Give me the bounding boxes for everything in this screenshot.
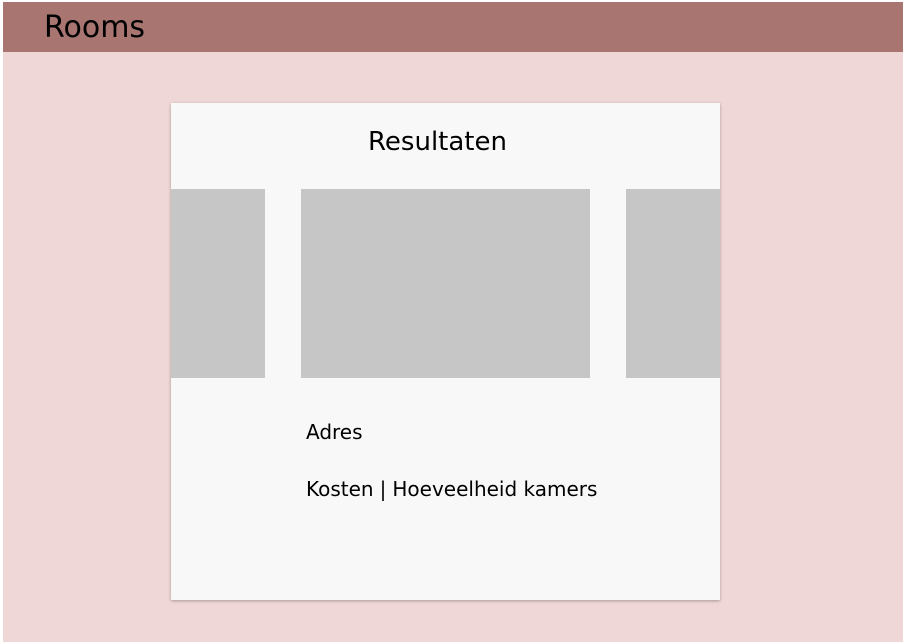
app-header: Rooms bbox=[3, 2, 903, 52]
carousel-image-previous[interactable] bbox=[171, 189, 265, 378]
listing-room-count: Hoeveelheid kamers bbox=[392, 477, 598, 501]
listing-address: Adres bbox=[306, 420, 363, 444]
carousel-image-next[interactable] bbox=[626, 189, 720, 378]
listing-cost: Kosten bbox=[306, 477, 374, 501]
results-card: Resultaten Adres Kosten | Hoeveelheid kame… bbox=[171, 103, 720, 600]
results-heading: Resultaten bbox=[368, 127, 507, 157]
carousel-image-current[interactable] bbox=[301, 189, 590, 378]
page-background: Rooms Resultaten Adres Kosten | Hoeveelhei… bbox=[3, 2, 903, 642]
details-separator: | bbox=[379, 477, 387, 501]
listing-details: Kosten | Hoeveelheid kamers bbox=[306, 476, 597, 502]
app-title: Rooms bbox=[44, 10, 146, 45]
